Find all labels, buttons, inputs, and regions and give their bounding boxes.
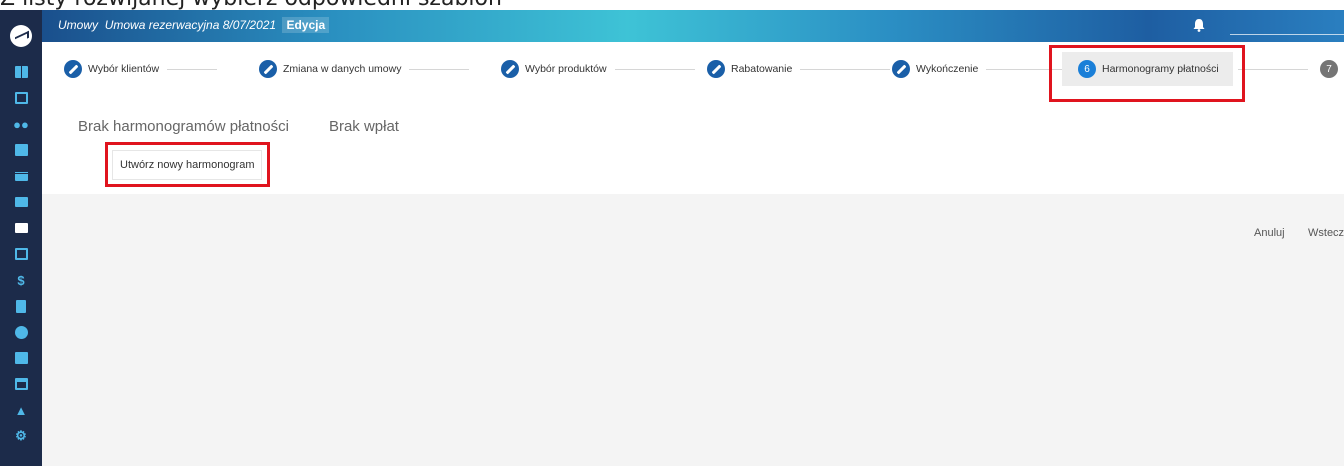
dollar-icon[interactable]: $ [13,273,29,288]
back-button[interactable]: Wstecz [1308,227,1344,239]
tab-harmonogramy[interactable]: Brak harmonogramów płatności [78,118,289,135]
warning-icon[interactable]: ▲ [13,403,29,418]
pencil-icon [501,60,519,78]
search-input[interactable] [1230,34,1344,35]
calendar-icon[interactable] [13,91,29,105]
breadcrumb-record[interactable]: Umowa rezerwacyjna 8/07/2021 [105,18,276,32]
top-header: Umowy Umowa rezerwacyjna 8/07/2021 Edycj… [42,10,1344,42]
cancel-button[interactable]: Anuluj [1254,227,1285,239]
pie-chart-icon[interactable] [13,325,29,339]
highlight-box-button [105,142,270,187]
content-area [42,194,1344,466]
step-number-badge: 7 [1320,60,1338,78]
step-wybor-klientow[interactable]: Wybór klientów [64,56,218,82]
schedule-tabs: Brak harmonogramów płatności Brak wpłat [78,118,399,135]
step-rabatowanie[interactable]: Rabatowanie [707,56,891,82]
store-icon[interactable] [13,169,29,183]
pencil-icon [64,60,82,78]
instruction-caption: Z listy rozwijanej wybierz odpowiedni sz… [0,0,1344,10]
app-logo-icon[interactable] [10,25,32,47]
breadcrumb: Umowy Umowa rezerwacyjna 8/07/2021 Edycj… [58,17,330,33]
highlight-box-step [1049,45,1245,102]
breadcrumb-module[interactable]: Umowy [58,18,98,32]
step-wybor-produktow[interactable]: Wybór produktów [501,56,695,82]
step-7[interactable]: 7 [1320,56,1344,82]
step-zmiana-w-danych-umowy[interactable]: Zmiana w danych umowy [259,56,470,82]
dashboard-icon[interactable] [13,65,29,79]
pencil-icon [892,60,910,78]
tab-wplaty[interactable]: Brak wpłat [329,118,399,135]
pencil-icon [259,60,277,78]
inbox-icon[interactable] [13,247,29,261]
gear-icon[interactable]: ⚙ [13,428,29,443]
breadcrumb-mode: Edycja [282,17,330,33]
briefcase-icon[interactable] [13,195,29,209]
building-icon[interactable] [13,143,29,157]
bell-icon[interactable] [1192,18,1206,32]
document-icon[interactable] [13,299,29,313]
pencil-icon [707,60,725,78]
card-icon[interactable] [13,377,29,391]
folder-icon[interactable] [13,221,29,235]
users-icon[interactable]: ●● [13,117,29,132]
sidebar: ●● $ ▲ ⚙ [0,10,42,466]
bar-chart-icon[interactable] [13,351,29,365]
